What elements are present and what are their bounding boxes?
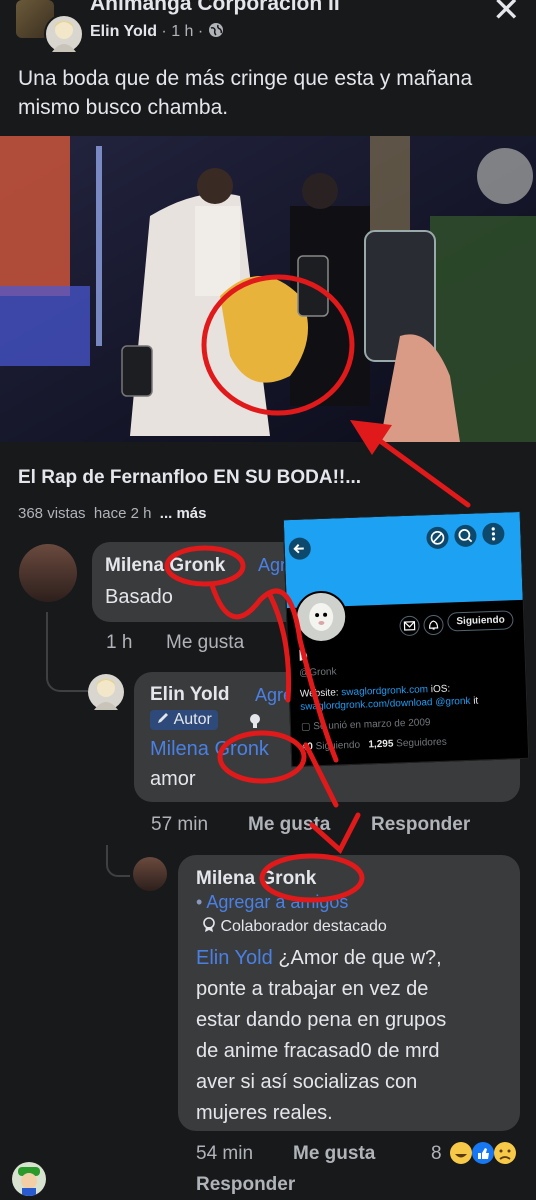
- bio-link[interactable]: swaglordgronk.com: [341, 684, 428, 698]
- anime-avatar-icon: [52, 21, 76, 52]
- handle: @Gronk: [298, 666, 337, 679]
- group-name[interactable]: Animanga Corporación II: [90, 0, 340, 16]
- thread-line: [106, 845, 130, 877]
- possum-avatar-icon: [309, 602, 334, 631]
- anime-avatar-icon: [94, 679, 118, 710]
- post-meta: Elin Yold · 1 h ·: [90, 22, 224, 41]
- more-options-icon[interactable]: [482, 522, 505, 546]
- mention-link[interactable]: Elin Yold: [196, 947, 273, 969]
- follow-counts[interactable]: 40 Siguiendo 1,295 Seguidores: [302, 737, 447, 753]
- profile-avatar[interactable]: [294, 590, 349, 644]
- mention-link[interactable]: Milena Gronk: [150, 738, 269, 760]
- bio-link[interactable]: swaglordgronk.com/download: [300, 697, 433, 713]
- author-badge: Autor: [150, 710, 218, 730]
- comment-author[interactable]: Elin Yold: [150, 684, 230, 706]
- comment-time: 54 min: [196, 1143, 254, 1164]
- bio: Website: swaglordgronk.com iOS: swaglord…: [299, 683, 479, 713]
- reactions-icons[interactable]: [449, 1139, 525, 1172]
- video-meta: 368 vistas hace 2 h ... más: [18, 505, 207, 522]
- comment-text: Basado: [105, 586, 173, 608]
- contributor-badge: Colaborador destacado: [196, 916, 393, 937]
- like-button[interactable]: Me gusta: [166, 632, 244, 654]
- sad-icon: [494, 1142, 516, 1164]
- mail-icon[interactable]: [399, 615, 420, 637]
- globe-icon: [208, 23, 223, 37]
- post-author[interactable]: Elin Yold: [90, 23, 157, 40]
- comment-author[interactable]: Milena Gronk: [105, 555, 225, 577]
- twitter-profile-overlay: Siguiendo b @Gronk Website: swaglordgron…: [282, 510, 530, 768]
- commenter-avatar[interactable]: [19, 544, 77, 602]
- more-link[interactable]: ... más: [160, 505, 207, 522]
- luigi-avatar-icon: [18, 1167, 40, 1196]
- comment-text: Elin Yold ¿Amor de que w?, ponte a traba…: [196, 947, 447, 1124]
- comment-time: 57 min: [151, 814, 209, 835]
- post-time[interactable]: 1 h: [171, 23, 193, 40]
- joined-date: ▢ Se unió en marzo de 2009: [300, 717, 431, 733]
- like-button[interactable]: Me gusta: [293, 1143, 375, 1165]
- post-text: Una boda que de más cringe que esta y ma…: [18, 67, 473, 119]
- like-button[interactable]: Me gusta: [248, 814, 330, 836]
- comment-actions: 1 h: [106, 632, 132, 654]
- award-icon: [203, 917, 215, 932]
- comment-text-line: amor: [150, 768, 196, 790]
- block-icon[interactable]: [426, 526, 449, 550]
- reply-button[interactable]: Responder: [371, 814, 470, 836]
- comment-author[interactable]: Milena Gronk: [196, 868, 316, 890]
- close-icon[interactable]: ✕: [492, 0, 521, 30]
- following-button[interactable]: Siguiendo: [447, 610, 515, 632]
- bio-handle[interactable]: @gronk: [435, 696, 471, 708]
- pencil-icon: [158, 713, 168, 723]
- user-avatar[interactable]: [12, 1162, 46, 1196]
- reply-button[interactable]: Responder: [196, 1174, 295, 1196]
- thread-line: [46, 612, 88, 692]
- video-frame: [0, 136, 536, 442]
- video-title[interactable]: El Rap de Fernanfloo EN SU BODA!!...: [18, 467, 361, 489]
- search-icon[interactable]: [454, 524, 477, 548]
- haha-icon: [450, 1142, 472, 1164]
- bell-icon[interactable]: [423, 614, 444, 636]
- video-thumbnail[interactable]: [0, 136, 536, 442]
- reactions-count[interactable]: 8: [431, 1143, 442, 1165]
- author-avatar[interactable]: [44, 14, 84, 54]
- award-icon: [244, 710, 266, 730]
- display-name: b: [298, 647, 308, 665]
- commenter-avatar[interactable]: [133, 857, 167, 891]
- back-arrow-icon[interactable]: [288, 537, 312, 561]
- add-friends-link[interactable]: • Agregar a amigos: [196, 892, 348, 913]
- comment-time: 1 h: [106, 632, 133, 653]
- commenter-avatar[interactable]: [88, 674, 124, 710]
- calendar-icon: ▢: [300, 721, 314, 733]
